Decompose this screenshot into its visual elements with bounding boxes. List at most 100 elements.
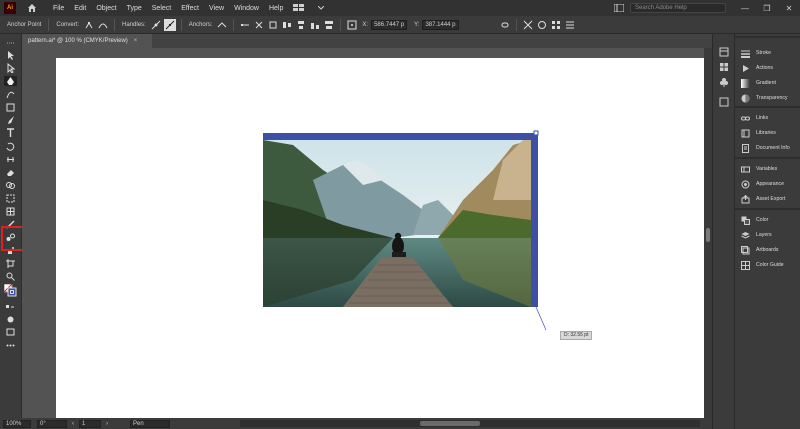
type-tool-icon[interactable] bbox=[4, 128, 17, 138]
hide-handles-icon[interactable] bbox=[163, 18, 176, 31]
y-position-field[interactable]: 387.1444 p bbox=[422, 19, 459, 30]
panel-group-divider bbox=[735, 106, 800, 108]
document-tab-bar: pattern.ai* @ 100 % (CMYK/Preview) × bbox=[22, 34, 712, 48]
isolate-icon[interactable] bbox=[267, 19, 279, 31]
menu-type[interactable]: Type bbox=[122, 5, 147, 12]
remove-anchor-icon[interactable] bbox=[216, 19, 228, 31]
pen-tool-icon[interactable] bbox=[4, 76, 17, 86]
panel-transparency[interactable]: Transparency bbox=[741, 93, 788, 103]
placed-image-mountain-lake[interactable] bbox=[263, 140, 531, 307]
panel-artboards[interactable]: Artboards bbox=[741, 245, 779, 255]
menu-window[interactable]: Window bbox=[229, 5, 264, 12]
paintbrush-tool-icon[interactable] bbox=[4, 115, 17, 125]
mesh-tool-icon[interactable] bbox=[4, 206, 17, 216]
chevron-down-icon[interactable] bbox=[314, 2, 328, 14]
panel-layers[interactable]: Layers bbox=[741, 230, 772, 240]
selection-tool-icon[interactable] bbox=[4, 50, 17, 60]
convert-corner-icon[interactable] bbox=[83, 19, 95, 31]
width-tool-icon[interactable] bbox=[4, 154, 17, 164]
close-tab-icon[interactable]: × bbox=[134, 38, 138, 44]
panel-links[interactable]: Links bbox=[741, 113, 768, 123]
grid-icon[interactable] bbox=[550, 19, 562, 31]
vertical-scroll-thumb[interactable] bbox=[706, 228, 710, 242]
properties-icon[interactable] bbox=[718, 46, 730, 58]
home-icon[interactable] bbox=[26, 2, 38, 14]
brushes-icon[interactable] bbox=[718, 96, 730, 108]
panel-label: Transparency bbox=[756, 95, 788, 101]
y-label: Y: bbox=[414, 21, 420, 28]
distribute-icon[interactable] bbox=[323, 19, 335, 31]
eraser-tool-icon[interactable] bbox=[4, 167, 17, 177]
workspace-switcher-icon[interactable] bbox=[612, 2, 626, 14]
menu-help[interactable]: Help bbox=[264, 5, 288, 12]
panel-color[interactable]: Color bbox=[741, 215, 768, 225]
minimize-icon[interactable]: — bbox=[734, 4, 756, 13]
panel-grip[interactable] bbox=[735, 36, 800, 38]
artboard-tool-icon[interactable] bbox=[4, 258, 17, 268]
menu-view[interactable]: View bbox=[204, 5, 229, 12]
panel-actions[interactable]: Actions bbox=[741, 63, 773, 73]
artboard-number-field[interactable]: 1 bbox=[79, 419, 101, 428]
maximize-icon[interactable]: ❐ bbox=[756, 4, 778, 13]
panel-label: Actions bbox=[756, 65, 774, 71]
panel-appearance[interactable]: Appearance bbox=[741, 179, 784, 189]
swatches-icon[interactable] bbox=[718, 61, 730, 73]
drawing-mode-icon[interactable] bbox=[4, 314, 17, 324]
color-guide-icon bbox=[741, 260, 750, 270]
rotation-field[interactable]: 0° bbox=[37, 419, 67, 428]
fill-stroke-swatch-icon[interactable] bbox=[4, 283, 17, 296]
panel-label: Libraries bbox=[756, 130, 776, 136]
convert-smooth-icon[interactable] bbox=[97, 19, 109, 31]
panel-document-info[interactable]: Document Info bbox=[741, 143, 790, 153]
show-handles-icon[interactable] bbox=[150, 19, 162, 31]
symbols-icon[interactable] bbox=[718, 76, 730, 88]
selected-path-top[interactable] bbox=[263, 133, 538, 140]
cut-path-icon[interactable] bbox=[253, 19, 265, 31]
link-proportions-icon[interactable] bbox=[499, 19, 511, 31]
previous-artboard-icon[interactable]: ‹ bbox=[72, 421, 74, 427]
curvature-tool-icon[interactable] bbox=[4, 89, 17, 99]
align-icon[interactable] bbox=[281, 19, 293, 31]
menu-file[interactable]: File bbox=[48, 5, 69, 12]
reference-point-icon[interactable] bbox=[346, 19, 358, 31]
anchors-label: Anchors: bbox=[188, 21, 213, 28]
next-artboard-icon[interactable]: › bbox=[106, 421, 108, 427]
panel-label: Stroke bbox=[756, 50, 771, 56]
menu-select[interactable]: Select bbox=[147, 5, 176, 12]
panel-libraries[interactable]: Libraries bbox=[741, 128, 776, 138]
document-tab[interactable]: pattern.ai* @ 100 % (CMYK/Preview) × bbox=[22, 34, 152, 48]
edit-toolbar-icon[interactable] bbox=[4, 340, 17, 350]
arrange-documents-icon[interactable] bbox=[292, 2, 306, 14]
horizontal-scrollbar[interactable] bbox=[240, 420, 700, 427]
direct-selection-tool-icon[interactable] bbox=[4, 63, 17, 73]
close-icon[interactable]: ✕ bbox=[778, 4, 800, 13]
menu-effect[interactable]: Effect bbox=[176, 5, 204, 12]
zoom-tool-icon[interactable] bbox=[4, 271, 17, 281]
panel-variables[interactable]: Variables bbox=[741, 164, 777, 174]
panel-asset-export[interactable]: Asset Export bbox=[741, 194, 785, 204]
connect-anchor-icon[interactable] bbox=[239, 19, 251, 31]
transform-icon[interactable] bbox=[522, 19, 534, 31]
collapse-toolbar-icon[interactable] bbox=[4, 38, 17, 48]
screen-mode-icon[interactable] bbox=[4, 327, 17, 337]
zoom-field[interactable]: 100% bbox=[3, 419, 31, 428]
panel-gradient[interactable]: Gradient bbox=[741, 78, 776, 88]
x-position-field[interactable]: 586.7447 p bbox=[371, 19, 408, 30]
vertical-scrollbar[interactable] bbox=[704, 48, 712, 418]
current-tool-field[interactable]: Pen bbox=[130, 419, 170, 428]
panel-stroke[interactable]: Stroke bbox=[741, 48, 771, 58]
menu-object[interactable]: Object bbox=[91, 5, 121, 12]
shape-icon[interactable] bbox=[536, 19, 548, 31]
align-bottom-icon[interactable] bbox=[309, 19, 321, 31]
align-center-icon[interactable] bbox=[295, 19, 307, 31]
rotate-tool-icon[interactable] bbox=[4, 141, 17, 151]
panel-menu-icon[interactable] bbox=[564, 19, 576, 31]
search-input[interactable]: Search Adobe Help bbox=[630, 3, 726, 13]
horizontal-scroll-thumb[interactable] bbox=[420, 421, 480, 426]
menu-edit[interactable]: Edit bbox=[69, 5, 91, 12]
swap-fill-stroke-icon[interactable] bbox=[4, 302, 17, 312]
free-transform-tool-icon[interactable] bbox=[4, 193, 17, 203]
rectangle-tool-icon[interactable] bbox=[4, 102, 17, 112]
panel-color-guide[interactable]: Color Guide bbox=[741, 260, 784, 270]
shape-builder-tool-icon[interactable] bbox=[4, 180, 17, 190]
